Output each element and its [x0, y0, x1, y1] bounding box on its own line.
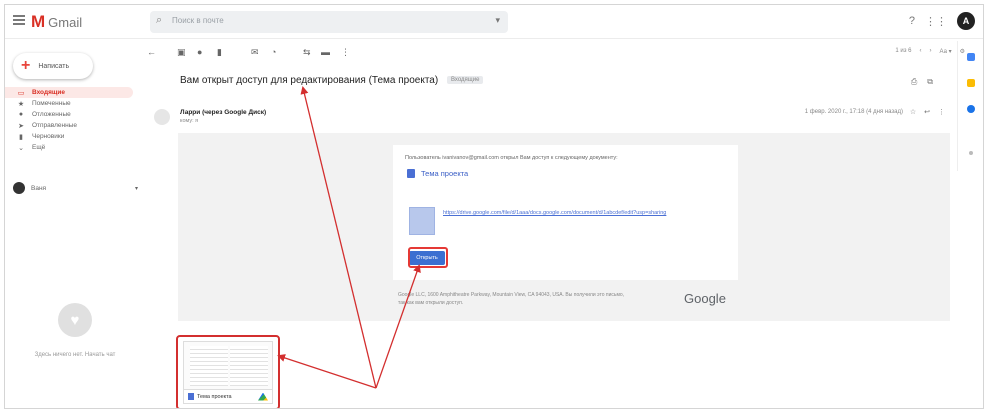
compose-button[interactable]: + Написать — [13, 53, 93, 79]
sidebar-item-label: Помеченные — [32, 100, 71, 107]
tasks-icon[interactable] — [967, 105, 975, 113]
new-window-icon[interactable]: ⧉ — [927, 77, 933, 87]
sidebar-item-label: Отправленные — [32, 122, 77, 129]
side-panel — [957, 41, 983, 171]
recipient-line[interactable]: кому: я — [180, 118, 198, 124]
inbox-icon: ▭ — [17, 89, 25, 97]
hangouts-empty-text: Здесь ничего нет. Начать чат — [34, 352, 116, 358]
top-right-controls: ? ⋮⋮ A — [909, 12, 975, 30]
sender-avatar[interactable] — [154, 109, 170, 125]
message-subject: Вам открыт доступ для редактирования (Те… — [180, 75, 484, 86]
sidebar-item-label: Черновики — [32, 133, 65, 140]
compose-label: Написать — [38, 62, 70, 70]
more-options-icon[interactable]: ⋮ — [938, 108, 945, 116]
sidebar-item-snoozed[interactable]: ● Отложенные — [5, 109, 140, 120]
print-icon[interactable]: ⎙ — [911, 77, 917, 87]
reply-icon[interactable]: ↩ — [924, 108, 930, 116]
search-options-icon[interactable]: ▾ — [495, 15, 500, 26]
input-tools-icon[interactable]: Аа ▾ — [940, 48, 952, 55]
doc-link[interactable]: https://drive.google.com/file/d/1aaa/doc… — [443, 209, 703, 218]
account-label: Ваня — [31, 184, 47, 192]
snooze-icon[interactable]: ◔ — [271, 47, 276, 57]
compose-plus-icon: + — [21, 57, 31, 74]
shared-doc-title-row[interactable]: Тема проекта — [407, 169, 468, 178]
mark-unread-icon[interactable]: ✉ — [251, 47, 259, 58]
sidebar-item-drafts[interactable]: ▮ Черновики — [5, 131, 140, 142]
app-name: Gmail — [48, 14, 83, 30]
help-icon[interactable]: ? — [909, 15, 915, 27]
back-icon[interactable]: ← — [147, 47, 156, 57]
sidebar-item-starred[interactable]: ★ Помеченные — [5, 98, 140, 109]
gmail-m-icon: M — [31, 12, 45, 31]
sender-name[interactable]: Ларри (через Google Диск) — [180, 109, 266, 116]
message-toolbar: ← ▣ ● ▮ ✉ ◔ ⇆ ▬ ⋮ 1 из 6 ‹ › Аа ▾ ⚙ — [145, 47, 965, 61]
sidebar-item-inbox[interactable]: ▭ Входящие — [5, 87, 133, 98]
move-to-icon[interactable]: ⇆ — [303, 47, 311, 58]
docs-icon — [407, 169, 415, 178]
email-footer-text: Google LLC, 1600 Amphitheatre Parkway, M… — [398, 292, 625, 306]
star-icon[interactable]: ☆ — [910, 108, 916, 116]
keep-icon[interactable] — [967, 79, 975, 87]
subject-actions: ⎙ ⧉ — [911, 77, 933, 87]
prev-page-icon[interactable]: ‹ — [920, 48, 922, 55]
clock-icon: ● — [18, 111, 24, 118]
doc-thumbnail[interactable] — [409, 207, 435, 235]
search-icon[interactable]: ⌕ — [156, 14, 162, 27]
open-button-highlight — [408, 247, 448, 268]
sidebar-item-label: Отложенные — [32, 111, 71, 118]
report-spam-icon[interactable]: ● — [197, 47, 202, 57]
archive-icon[interactable]: ▣ — [177, 47, 186, 58]
subject-text: Вам открыт доступ для редактирования (Те… — [180, 75, 439, 86]
gmail-window: M Gmail ⌕ Поиск в почте ▾ ? ⋮⋮ A + Напис… — [4, 4, 984, 409]
google-wordmark: Google — [684, 291, 726, 306]
share-intro-text: Пользователь ivanivanov@gmail.com открыл… — [405, 155, 618, 161]
sidebar-item-label: Ещё — [32, 144, 46, 151]
chevron-down-icon[interactable]: ▾ — [135, 185, 138, 192]
sidebar-item-sent[interactable]: ➤ Отправленные — [5, 120, 140, 131]
sidebar-item-more[interactable]: ⌄ Ещё — [5, 142, 140, 153]
hangouts-account-row[interactable]: Ваня ▾ — [13, 182, 138, 194]
search-placeholder: Поиск в почте — [172, 16, 224, 25]
account-avatar[interactable]: A — [957, 12, 975, 30]
message-actions: ☆ ↩ ⋮ — [910, 108, 945, 116]
add-addon-icon[interactable] — [969, 151, 973, 155]
star-icon: ★ — [17, 100, 25, 108]
message-date: 1 февр. 2020 г., 17:18 (4 дня назад) — [804, 109, 903, 115]
label-icon[interactable]: ▬ — [321, 47, 330, 57]
next-page-icon[interactable]: › — [930, 48, 932, 55]
delete-icon[interactable]: ▮ — [217, 47, 222, 58]
draft-icon: ▮ — [19, 133, 23, 141]
pager-count: 1 из 6 — [895, 48, 912, 54]
main-menu-icon[interactable] — [13, 15, 25, 25]
sidebar-nav: ▭ Входящие ★ Помеченные ● Отложенные ➤ О… — [5, 87, 140, 153]
gmail-logo[interactable]: M Gmail — [31, 12, 82, 32]
avatar — [13, 182, 25, 194]
hangouts-placeholder-icon: ♥ — [58, 303, 92, 337]
apps-icon[interactable]: ⋮⋮ — [925, 15, 947, 28]
attachment-highlight — [176, 335, 280, 408]
send-icon: ➤ — [18, 122, 24, 130]
shared-doc-name[interactable]: Тема проекта — [421, 169, 468, 178]
inbox-label-badge[interactable]: Входящие — [446, 76, 484, 85]
search-input[interactable]: ⌕ Поиск в почте ▾ — [150, 11, 508, 33]
pager: 1 из 6 ‹ › Аа ▾ ⚙ — [895, 48, 965, 55]
sidebar-item-label: Входящие — [32, 89, 65, 96]
calendar-icon[interactable] — [967, 53, 975, 61]
more-options-icon[interactable]: ⋮ — [341, 47, 350, 58]
chevron-down-icon: ⌄ — [18, 144, 24, 152]
top-bar: M Gmail ⌕ Поиск в почте ▾ ? ⋮⋮ A — [5, 5, 983, 39]
